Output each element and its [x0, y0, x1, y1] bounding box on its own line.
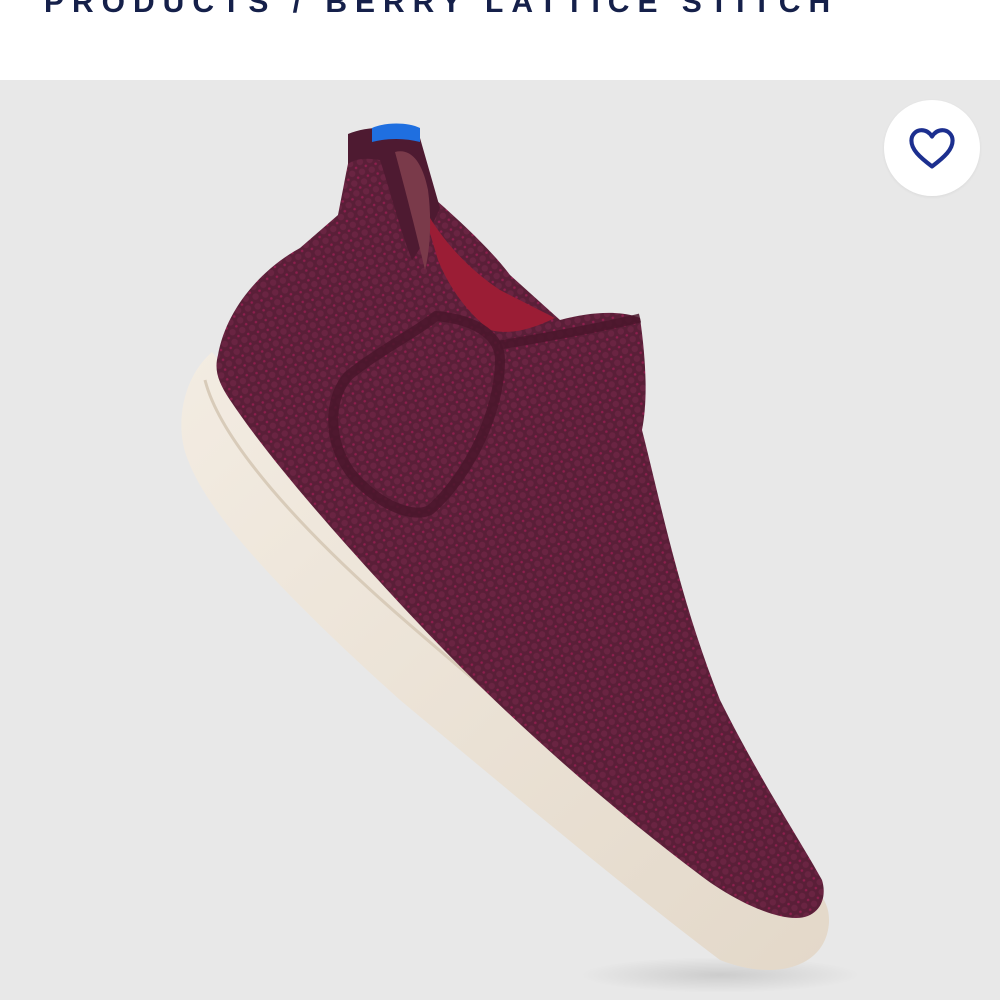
- product-page: PRODUCTS / BERRY LATTICE STITCH: [0, 0, 1000, 1000]
- shoe-shadow: [580, 957, 860, 993]
- breadcrumb[interactable]: PRODUCTS / BERRY LATTICE STITCH: [44, 0, 838, 20]
- product-image-area: [0, 80, 1000, 1000]
- favorite-button[interactable]: [884, 100, 980, 196]
- product-image: [181, 123, 860, 993]
- heart-outline-icon: [909, 128, 955, 169]
- page-header: PRODUCTS / BERRY LATTICE STITCH: [0, 0, 1000, 80]
